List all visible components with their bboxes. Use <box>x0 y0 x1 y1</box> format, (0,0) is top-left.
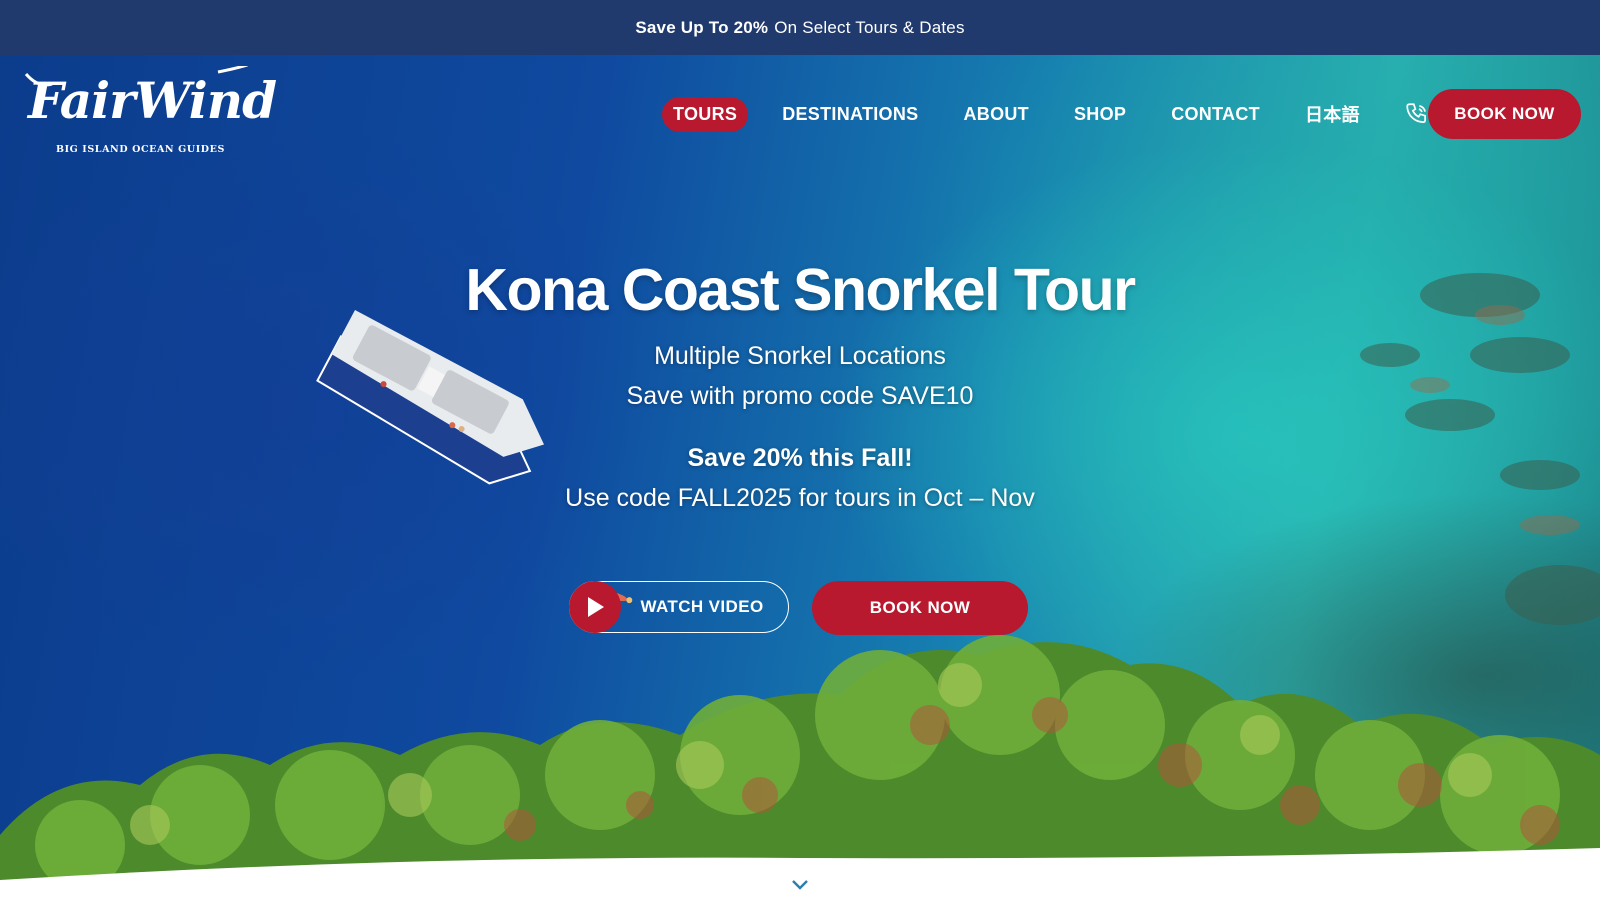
hero-book-now-button[interactable]: BOOK NOW <box>812 581 1028 635</box>
hero-title: Kona Coast Snorkel Tour <box>465 257 1136 323</box>
phone-icon <box>1406 103 1426 123</box>
nav-item-tours[interactable]: TOURS <box>662 96 749 132</box>
nav-item-destinations[interactable]: DESTINATIONS <box>771 97 929 132</box>
chevron-down-icon <box>792 880 808 890</box>
promo-banner[interactable]: Save Up To 20% On Select Tours & Dates <box>0 0 1600 55</box>
promo-text: On Select Tours & Dates <box>774 17 965 37</box>
logo-tagline: BIG ISLAND OCEAN GUIDES <box>56 144 225 155</box>
main-nav: TOURS DESTINATIONS ABOUT SHOP CONTACT 日本… <box>662 89 1480 139</box>
fairwind-logo[interactable]: FairWind BIG ISLAND OCEAN GUIDES <box>18 66 277 166</box>
nav-item-japanese[interactable]: 日本語 <box>1294 94 1371 134</box>
logo-wordmark: FairWind <box>28 71 277 130</box>
hero-subtitle-promo: Save with promo code SAVE10 <box>626 382 974 410</box>
hero-fall-code: Use code FALL2025 for tours in Oct – Nov <box>565 484 1035 512</box>
nav-item-shop[interactable]: SHOP <box>1063 97 1137 132</box>
hero-subtitle-locations: Multiple Snorkel Locations <box>654 342 946 370</box>
play-icon <box>568 581 621 633</box>
nav-book-now-button[interactable]: BOOK NOW <box>1428 89 1581 139</box>
promo-headline: Save Up To 20% <box>635 17 769 37</box>
hero-fall-offer: Save 20% this Fall! <box>687 444 913 472</box>
hero-section <box>0 55 1600 900</box>
nav-item-about[interactable]: ABOUT <box>952 97 1040 132</box>
watch-video-label: WATCH VIDEO <box>640 597 764 616</box>
nav-item-contact[interactable]: CONTACT <box>1160 97 1271 132</box>
watch-video-button[interactable]: WATCH VIDEO <box>568 581 789 633</box>
